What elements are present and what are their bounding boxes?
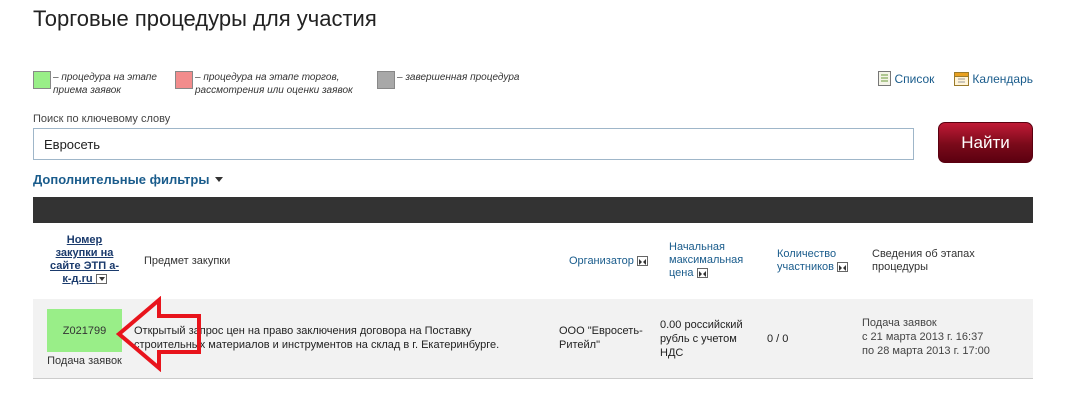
calendar-icon: [954, 72, 970, 86]
sort-down-icon[interactable]: [95, 274, 107, 285]
column-header-number[interactable]: Номер закупки на сайте ЭТП а- к-д.ru: [33, 234, 136, 286]
legend-swatch-gray: [377, 71, 395, 89]
procedure-price: 0.00 российский рубль с учетом НДС: [660, 319, 743, 359]
table-header: Номер закупки на сайте ЭТП а- к-д.ru Пре…: [33, 223, 1033, 299]
table-row: Z021799 Подача заявок Открытый запрос це…: [33, 299, 1033, 379]
procedure-organizer: ООО "Евросеть- Ритейл": [559, 325, 643, 351]
column-header-stages: Сведения об этапах процедуры: [872, 248, 975, 273]
sort-icon[interactable]: [837, 262, 849, 273]
column-header-subject: Предмет закупки: [144, 255, 231, 267]
sort-icon[interactable]: [696, 268, 708, 279]
procedure-number-badge[interactable]: Z021799: [47, 309, 122, 352]
list-view-link[interactable]: Список: [878, 71, 934, 86]
column-header-price[interactable]: Начальная максимальная цена: [669, 241, 743, 280]
calendar-view-link[interactable]: Календарь: [954, 71, 1033, 86]
view-switcher: Список Календарь: [878, 71, 1033, 86]
list-view-label: Список: [894, 71, 935, 86]
sort-icon[interactable]: [636, 256, 648, 267]
legend-text: – завершенная процедура: [397, 72, 520, 83]
table-top-bar: [33, 197, 1033, 223]
legend-item-accepting: – процедура на этапе приема заявок: [33, 71, 157, 97]
legend-item-bidding: – процедура на этапе торгов, рассмотрения…: [175, 71, 353, 97]
additional-filters-label: Дополнительные фильтры: [33, 172, 210, 187]
legend-text: – процедура на этапе: [53, 72, 157, 83]
search-input[interactable]: [33, 128, 914, 160]
legend-swatch-red: [175, 71, 193, 89]
calendar-view-label: Календарь: [972, 71, 1033, 86]
legend-text: приема заявок: [53, 85, 121, 96]
chevron-down-icon: [215, 177, 224, 182]
search-label: Поиск по ключевому слову: [33, 113, 171, 125]
column-header-organizer[interactable]: Организатор: [569, 255, 648, 268]
page-title: Торговые процедуры для участия: [33, 6, 377, 31]
legend-text: – процедура на этапе торгов,: [195, 72, 340, 83]
procedure-subject[interactable]: Открытый запрос цен на право заключения …: [134, 324, 499, 352]
legend-text: рассмотрения или оценки заявок: [195, 85, 353, 96]
additional-filters-toggle[interactable]: Дополнительные фильтры: [33, 172, 224, 187]
list-icon: [878, 71, 892, 86]
legend-swatch-green: [33, 71, 51, 89]
search-button[interactable]: Найти: [938, 122, 1033, 163]
column-header-participants[interactable]: Количество участников: [777, 248, 849, 274]
procedure-stage-label: Подача заявок: [47, 355, 122, 367]
procedure-participants: 0 / 0: [767, 333, 789, 345]
procedure-stage-info: Подача заявок с 21 марта 2013 г. 16:37 п…: [862, 317, 990, 357]
legend-item-completed: – завершенная процедура: [377, 71, 519, 89]
